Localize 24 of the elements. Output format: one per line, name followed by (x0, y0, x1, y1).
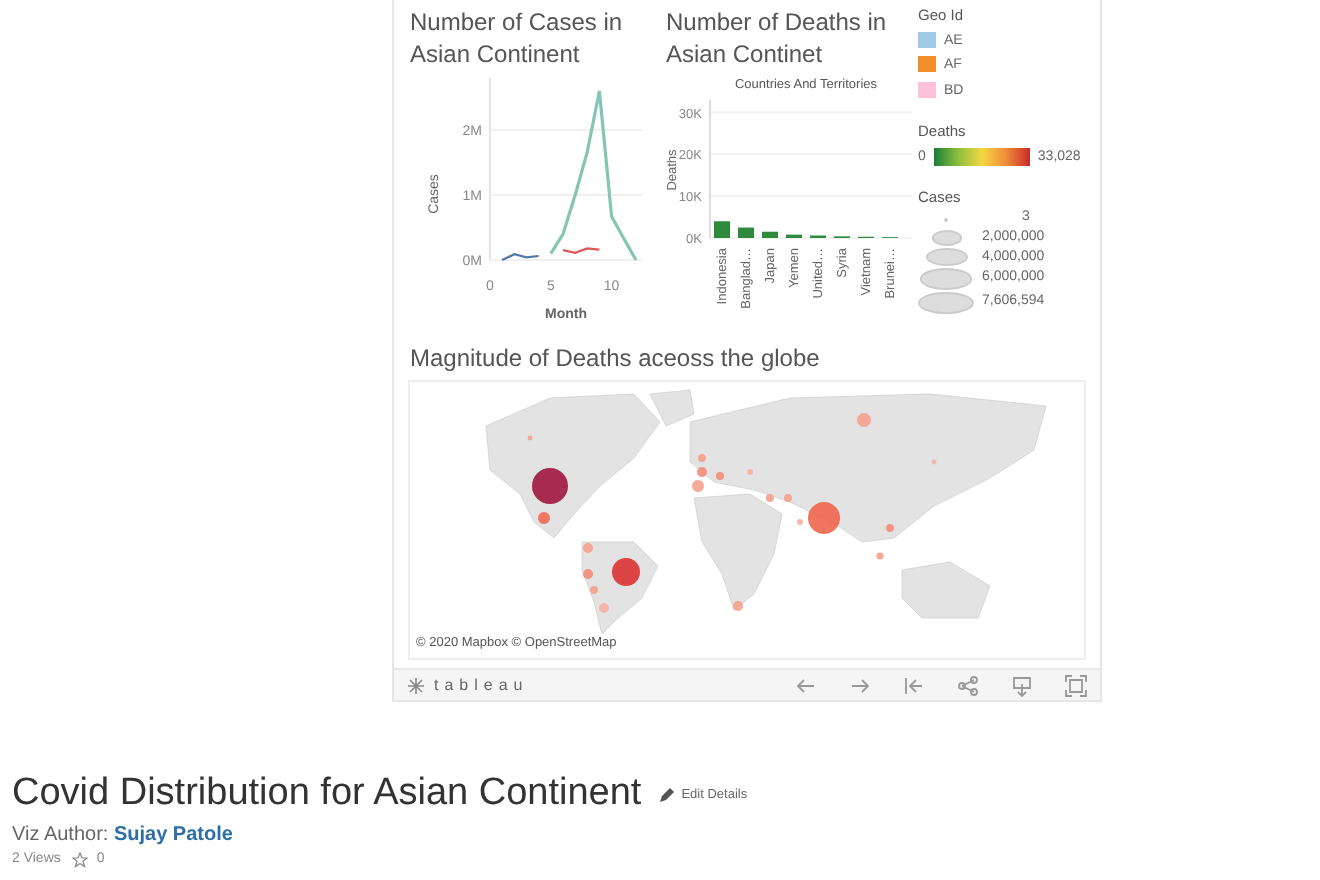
redo-icon[interactable] (848, 673, 872, 697)
chart-title: Number of Cases in Asian Continent (410, 8, 625, 71)
undo-icon[interactable] (794, 673, 818, 697)
bar (714, 221, 730, 239)
fullscreen-icon[interactable] (1064, 673, 1088, 697)
author-label: Viz Author: (12, 823, 111, 846)
viz-title: Covid Distribution for Asian Continent (12, 774, 642, 816)
download-icon[interactable] (1010, 673, 1034, 697)
star-icon (72, 851, 89, 868)
author-link[interactable]: Sujay Patole (113, 823, 233, 846)
bar (762, 232, 778, 239)
share-icon[interactable] (956, 673, 980, 697)
size-circle (920, 268, 972, 290)
revert-icon[interactable] (902, 673, 926, 697)
size-circle (925, 248, 967, 267)
logo-icon (406, 675, 426, 695)
logo-wordmark: tableau (434, 673, 529, 697)
color-scale-bar (933, 148, 1030, 167)
bar (738, 227, 754, 239)
chart-title: Number of Deaths in Asian Continet (666, 8, 889, 71)
pencil-icon (657, 785, 676, 804)
map-title: Magnitude of Deaths aceoss the globe (410, 342, 822, 376)
size-circle (918, 291, 974, 315)
line-series (501, 253, 539, 262)
